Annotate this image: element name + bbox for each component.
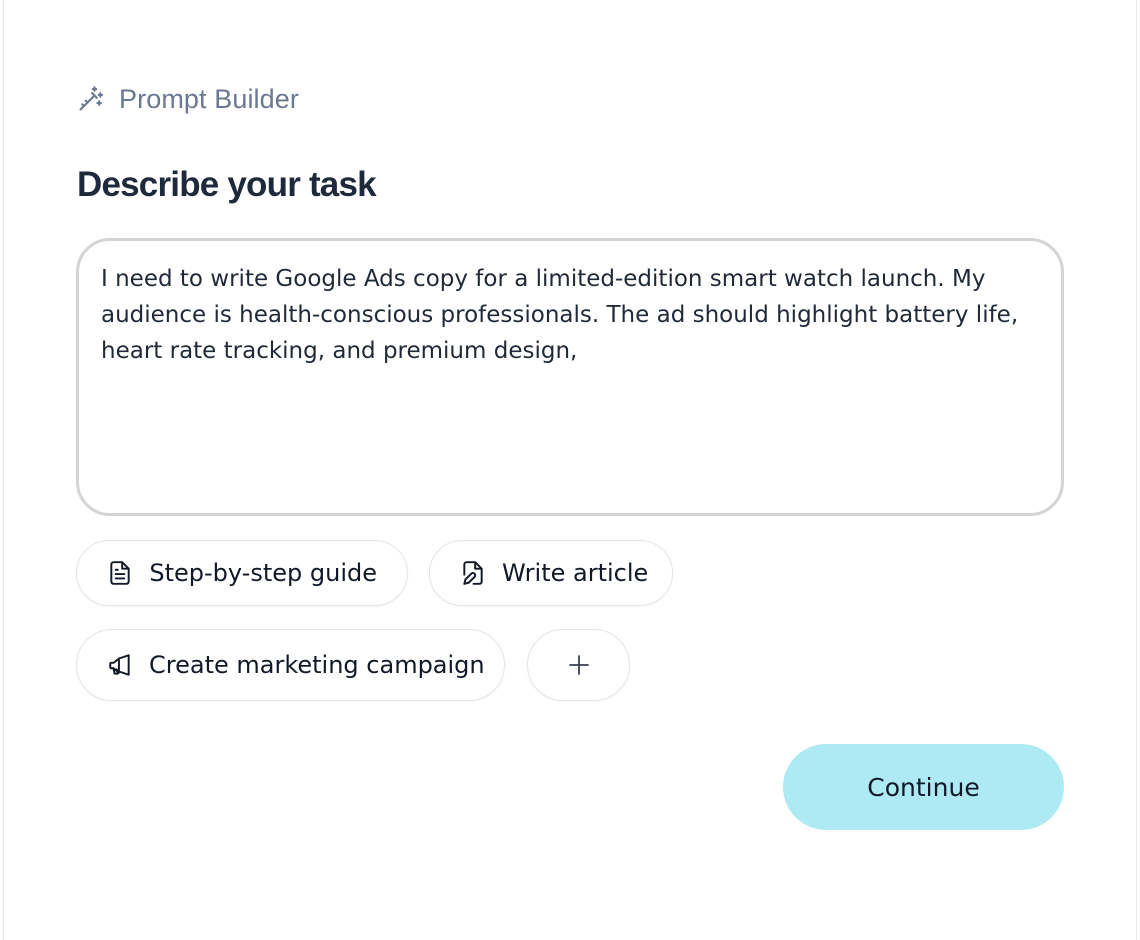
magic-wand-icon xyxy=(76,84,106,114)
suggestion-write-article-button[interactable]: Write article xyxy=(429,540,673,606)
plus-icon xyxy=(565,651,593,679)
suggestion-create-marketing-campaign-button[interactable]: Create marketing campaign xyxy=(76,629,505,701)
page-title: Describe your task xyxy=(77,165,377,204)
task-description-input[interactable]: I need to write Google Ads copy for a li… xyxy=(101,261,1039,493)
megaphone-icon xyxy=(107,651,133,679)
suggestion-label: Write article xyxy=(502,559,649,587)
suggestion-step-by-step-guide-button[interactable]: Step-by-step guide xyxy=(76,540,408,606)
suggestion-label: Step-by-step guide xyxy=(149,559,377,587)
suggestion-label: Create marketing campaign xyxy=(149,651,485,679)
task-description-box[interactable]: I need to write Google Ads copy for a li… xyxy=(76,238,1064,516)
add-suggestion-button[interactable] xyxy=(527,629,630,701)
file-edit-icon xyxy=(460,559,486,587)
continue-button[interactable]: Continue xyxy=(783,744,1064,830)
prompt-builder-header: Prompt Builder xyxy=(76,80,299,118)
document-icon xyxy=(107,559,133,587)
prompt-builder-label: Prompt Builder xyxy=(119,83,299,114)
